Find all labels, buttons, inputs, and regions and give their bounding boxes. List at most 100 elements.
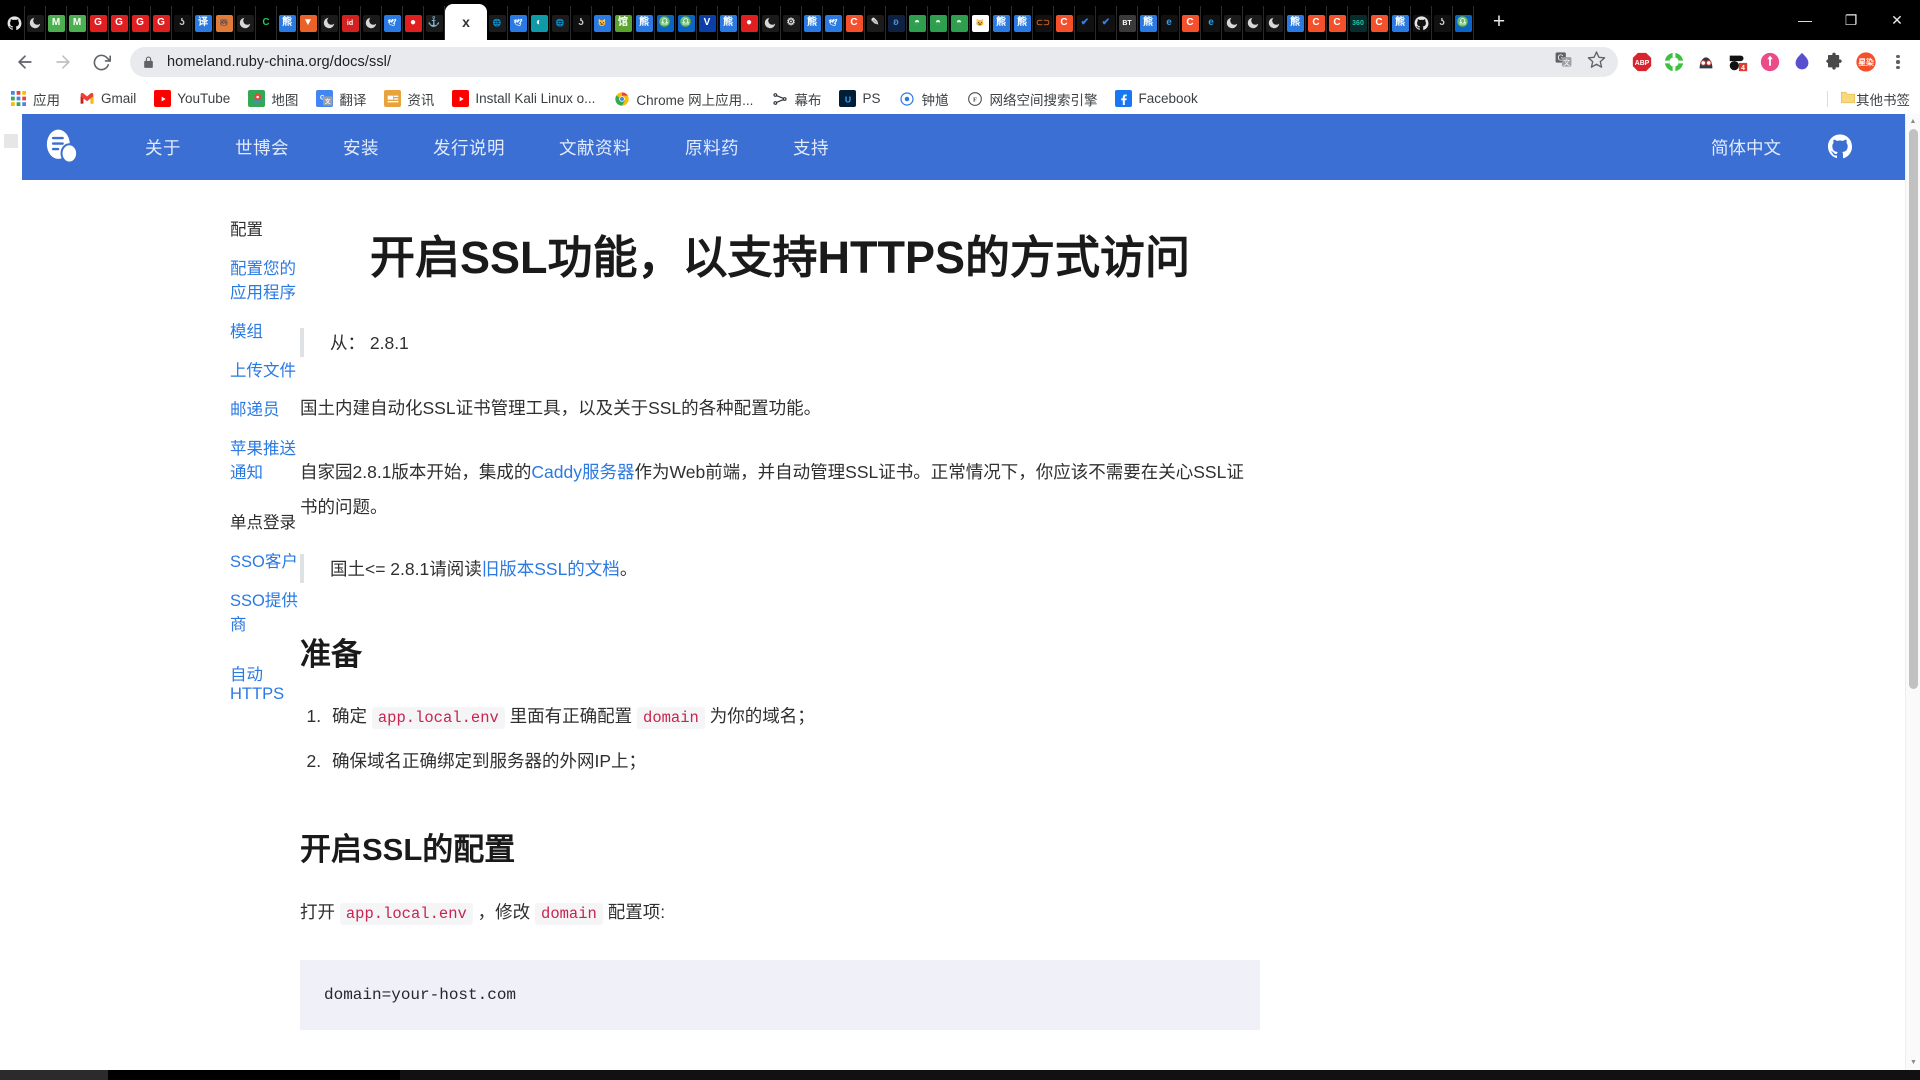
bookmark-gmail[interactable]: Gmail <box>78 90 136 107</box>
anchor-tab[interactable]: ⚓ <box>424 6 445 40</box>
moon5-tab[interactable] <box>760 6 781 40</box>
baidu-tab-1[interactable]: 熊 <box>277 6 298 40</box>
baidu-tab-2[interactable]: 熊 <box>634 6 655 40</box>
blue-bird-tab-3[interactable]: 🕊 <box>823 6 844 40</box>
edge-tab-1[interactable]: e <box>1159 6 1180 40</box>
sidebar-link-auto-https[interactable]: 自动HTTPS <box>230 661 300 704</box>
script-tab-2[interactable]: ʖ <box>571 6 592 40</box>
sidebar-link-configure-your-app[interactable]: 配置您的应用程序 <box>230 255 300 303</box>
bookmark-apps[interactable]: 应用 <box>10 89 60 109</box>
nav-install[interactable]: 安装 <box>316 135 406 160</box>
green-dome-tab-2[interactable]: ◓ <box>928 6 949 40</box>
sidebar-link-mailman[interactable]: 邮递员 <box>230 396 300 420</box>
moon2-tab[interactable] <box>235 6 256 40</box>
nav-about[interactable]: 关于 <box>118 135 208 160</box>
back-button[interactable] <box>8 45 42 79</box>
c-orange-tab-6[interactable]: C <box>1369 6 1390 40</box>
chrome-menu-icon[interactable] <box>1884 48 1912 76</box>
simplenote-extension[interactable] <box>1788 48 1816 76</box>
c-orange-tab-2[interactable]: C <box>1054 6 1075 40</box>
scroll-up-arrow[interactable]: ▲ <box>1906 114 1920 129</box>
orange-bracket-tab[interactable]: ⊂⊃ <box>1033 6 1054 40</box>
dark-tab[interactable] <box>25 6 46 40</box>
moon3-tab[interactable] <box>319 6 340 40</box>
other-bookmarks-button[interactable]: 其他书签 <box>1827 89 1910 109</box>
blue-bird-tab-2[interactable]: 🕊 <box>508 6 529 40</box>
id-red-tab[interactable]: id <box>340 6 361 40</box>
maximize-button[interactable]: ❐ <box>1828 0 1874 40</box>
bookmark-ps[interactable]: U PS <box>839 90 880 107</box>
c-orange-tab-5[interactable]: C <box>1327 6 1348 40</box>
sidebar-link-sso-provider[interactable]: SSO提供商 <box>230 587 300 635</box>
pen-tab[interactable]: ✎ <box>865 6 886 40</box>
nav-expo[interactable]: 世博会 <box>208 135 316 160</box>
bookmark-star-icon[interactable] <box>1587 50 1606 74</box>
scrollbar-thumb[interactable] <box>1909 129 1918 689</box>
globe-tab-1[interactable]: 🌐 <box>487 6 508 40</box>
nav-api[interactable]: 原料药 <box>658 135 766 160</box>
nav-documentation[interactable]: 文献资料 <box>532 135 658 160</box>
nav-support[interactable]: 支持 <box>766 135 856 160</box>
bookmark-facebook[interactable]: Facebook <box>1115 90 1198 107</box>
sidebar-link-sso-client[interactable]: SSO客户 <box>230 548 300 572</box>
dna-tab[interactable]: ʚ <box>886 6 907 40</box>
gear-tab[interactable]: ⚙ <box>781 6 802 40</box>
v-blue-tab[interactable]: V <box>697 6 718 40</box>
active-tab[interactable]: x <box>445 4 487 40</box>
language-selector[interactable]: 简体中文 <box>1711 135 1781 160</box>
baidu-tab-9[interactable]: 熊 <box>1390 6 1411 40</box>
edge-tab-2[interactable]: e <box>1201 6 1222 40</box>
m-green-tab-2[interactable]: M <box>67 6 88 40</box>
teal-circle-tab[interactable]: ◐ <box>529 6 550 40</box>
script-tab-3[interactable]: ʖ <box>1432 6 1453 40</box>
translate-tab[interactable]: 译 <box>193 6 214 40</box>
moon6-tab[interactable] <box>1222 6 1243 40</box>
downloads-extension[interactable]: 4 <box>1724 48 1752 76</box>
scroll-down-arrow[interactable]: ▼ <box>1906 1055 1920 1070</box>
m-green-tab-1[interactable]: M <box>46 6 67 40</box>
bookmark-install-kali[interactable]: Install Kali Linux o... <box>452 90 595 107</box>
baidu-tab-7[interactable]: 熊 <box>1138 6 1159 40</box>
baidu-tab-3[interactable]: 熊 <box>718 6 739 40</box>
doraemon-tab[interactable]: 😺 <box>592 6 613 40</box>
xingran-extension[interactable]: 星染 <box>1852 48 1880 76</box>
bear-tab[interactable]: 🐻 <box>214 6 235 40</box>
translate-icon[interactable]: G文 <box>1554 50 1573 74</box>
caddy-server-link[interactable]: Caddy服务器 <box>531 462 634 482</box>
baidu-tab-6[interactable]: 熊 <box>1012 6 1033 40</box>
green-dome-tab-1[interactable]: ◓ <box>907 6 928 40</box>
homeland-logo-icon[interactable] <box>40 125 84 169</box>
close-window-button[interactable]: ✕ <box>1874 0 1920 40</box>
pink-tool-extension[interactable] <box>1756 48 1784 76</box>
green-dome-tab-3[interactable]: ◓ <box>949 6 970 40</box>
bookmark-maps[interactable]: 地图 <box>248 89 298 109</box>
safe360-tab[interactable]: 360 <box>1348 6 1369 40</box>
libra-tab-1[interactable]: ♎ <box>655 6 676 40</box>
globe-tab-2[interactable]: 🌐 <box>550 6 571 40</box>
g-red-tab-3[interactable]: G <box>130 6 151 40</box>
page-scrollbar[interactable]: ▲ ▼ <box>1905 114 1920 1070</box>
bt-tab[interactable]: BT <box>1117 6 1138 40</box>
moon7-tab[interactable] <box>1243 6 1264 40</box>
bookmark-mubu[interactable]: 幕布 <box>771 89 821 109</box>
new-tab-button[interactable]: + <box>1484 7 1514 37</box>
g-red-tab-1[interactable]: G <box>88 6 109 40</box>
bookmark-cyberspace-search[interactable]: F 网络空间搜索引擎 <box>966 89 1097 109</box>
nav-release-notes[interactable]: 发行说明 <box>406 135 532 160</box>
sidebar-link-apple-push[interactable]: 苹果推送通知 <box>230 435 300 483</box>
script-tab[interactable]: ʖ <box>172 6 193 40</box>
v-check-tab-2[interactable]: ✔ <box>1096 6 1117 40</box>
orange-flag-tab[interactable]: ▼ <box>298 6 319 40</box>
guan-green-tab[interactable]: 馆 <box>613 6 634 40</box>
c-orange-tab-3[interactable]: C <box>1180 6 1201 40</box>
address-bar[interactable]: homeland.ruby-china.org/docs/ssl/ G文 <box>130 47 1618 77</box>
moon4-tab[interactable] <box>361 6 382 40</box>
bookmark-zhongkui[interactable]: 钟馗 <box>898 89 948 109</box>
github-tab-2[interactable] <box>1411 6 1432 40</box>
g-red-tab-2[interactable]: G <box>109 6 130 40</box>
adblock-plus-extension[interactable]: ABP <box>1628 48 1656 76</box>
reload-button[interactable] <box>84 45 118 79</box>
baidu-tab-5[interactable]: 熊 <box>991 6 1012 40</box>
libra-tab-2[interactable]: ♎ <box>676 6 697 40</box>
dark-reader-extension[interactable] <box>1692 48 1720 76</box>
